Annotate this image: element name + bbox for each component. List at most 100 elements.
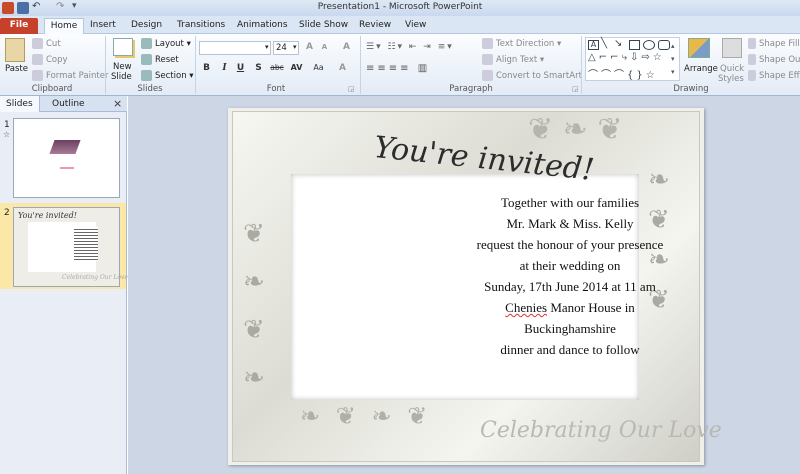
rounded-rectangle-shape-icon[interactable] — [658, 40, 670, 50]
reset-button[interactable]: Reset — [141, 54, 179, 65]
textbox-shape-icon[interactable]: A — [588, 40, 599, 50]
shadow-button[interactable]: S — [252, 63, 265, 75]
quick-styles-label2[interactable]: Styles — [718, 74, 744, 84]
italic-button[interactable]: I — [218, 63, 231, 75]
alignment-buttons[interactable]: ≡≡≡≡ ▥ — [366, 63, 430, 74]
copy-button[interactable]: Copy — [32, 54, 68, 65]
new-slide-button-label2[interactable]: Slide — [111, 72, 132, 82]
bold-button[interactable]: B — [200, 63, 213, 75]
shape-fill-label: Shape Fill — [759, 39, 800, 49]
paste-button[interactable]: Paste — [5, 64, 28, 74]
body-line-4: at their wedding on — [519, 258, 621, 273]
shape-fill-button[interactable]: Shape Fill — [748, 38, 800, 49]
shapes-gallery[interactable]: A ╲ ↘ △⌐⌐⤷⇩⇨☆ ⌒⌒⌒{}☆ ▴ ▾ ▾ — [585, 37, 680, 81]
shapes-row-2-icons[interactable]: △⌐⌐⤷⇩⇨☆ — [588, 52, 665, 63]
misspelled-word: Chenies — [505, 300, 548, 315]
underline-button[interactable]: U — [234, 63, 247, 75]
slide-thumbnail-2[interactable]: You're invited! Celebrating Our Love — [13, 207, 128, 287]
list-buttons[interactable]: ☰▾ ☷▾ ⇤ ⇥ ≡▾ — [366, 42, 454, 52]
arrow-shape-icon[interactable]: ↘ — [614, 38, 622, 49]
convert-smartart-label: Convert to SmartArt — [496, 71, 582, 81]
slide-footer-text[interactable]: Celebrating Our Love — [480, 418, 722, 443]
change-case-button[interactable]: Aa — [312, 63, 325, 75]
gallery-scroll-icon[interactable]: ▴ ▾ ▾ — [671, 40, 675, 79]
body-line-3: request the honour of your presence — [476, 237, 664, 252]
slides-group-label: Slides — [137, 84, 163, 94]
scroll-ornament-bottom: ❧ ❦ ❧ ❦ — [300, 402, 432, 430]
slide-thumbnail-1[interactable] — [13, 118, 120, 198]
thumbnail-footer: Celebrating Our Love — [62, 274, 128, 281]
tab-slides[interactable]: Slides — [0, 96, 40, 112]
cut-button[interactable]: Cut — [32, 38, 61, 49]
thumbnail-text-line — [60, 167, 74, 169]
tab-view[interactable]: View — [401, 18, 430, 34]
rectangle-shape-icon[interactable] — [629, 40, 640, 50]
tab-review[interactable]: Review — [355, 18, 395, 34]
tab-transitions[interactable]: Transitions — [173, 18, 229, 34]
tab-animations[interactable]: Animations — [233, 18, 292, 34]
shapes-row-3-icons[interactable]: ⌒⌒⌒{}☆ — [588, 66, 658, 81]
slides-pane-tabs: Slides Outline × — [0, 96, 127, 112]
slide-body-text[interactable]: Together with our families Mr. Mark & Mi… — [420, 192, 720, 360]
font-name-chevron-down-icon[interactable]: ▾ — [265, 43, 269, 51]
tab-design[interactable]: Design — [127, 18, 166, 34]
body-line-5: Sunday, 17th June 2014 at 11 am — [484, 279, 656, 294]
paragraph-dialog-launcher-icon[interactable]: ◲ — [572, 85, 579, 93]
copy-label: Copy — [46, 55, 68, 65]
body-line-8: dinner and dance to follow — [500, 342, 640, 357]
shape-outline-label: Shape Out — [759, 55, 800, 65]
align-text-button[interactable]: Align Text ▾ — [482, 54, 544, 65]
body-line-6: Chenies Manor House in — [420, 297, 720, 318]
new-slide-icon — [113, 38, 133, 56]
tab-file[interactable]: File — [0, 18, 38, 34]
title-bar: ↶ ↷ ▾ Presentation1 - Microsoft PowerPoi… — [0, 0, 800, 16]
clear-formatting-button[interactable]: A — [340, 42, 353, 54]
grow-font-button[interactable]: A — [303, 42, 316, 54]
text-direction-icon — [482, 38, 493, 49]
close-pane-icon[interactable]: × — [113, 97, 122, 110]
font-size-value: 24 — [276, 43, 287, 53]
line-shape-icon[interactable]: ╲ — [601, 38, 607, 49]
window-title: Presentation1 - Microsoft PowerPoint — [317, 2, 483, 12]
format-painter-button[interactable]: Format Painter — [32, 70, 108, 81]
shrink-font-button[interactable]: A — [318, 43, 331, 55]
tab-home[interactable]: Home — [44, 18, 84, 34]
scissors-icon — [32, 38, 43, 49]
tab-slide-show[interactable]: Slide Show — [295, 18, 352, 34]
align-text-label: Align Text — [496, 55, 538, 65]
reset-icon — [141, 54, 152, 65]
shape-effects-button[interactable]: Shape Effe — [748, 70, 800, 81]
layout-button[interactable]: Layout ▾ — [141, 38, 191, 49]
tab-insert[interactable]: Insert — [86, 18, 120, 34]
strikethrough-button[interactable]: abc — [268, 63, 286, 75]
paragraph-group-label: Paragraph — [449, 84, 493, 94]
thumbnail-heading: You're invited! — [18, 211, 77, 220]
section-icon — [141, 70, 152, 81]
section-button[interactable]: Section ▾ — [141, 70, 194, 81]
text-direction-label: Text Direction — [496, 39, 555, 49]
body-line-6-rest: Manor House in — [547, 300, 635, 315]
font-size-chevron-down-icon[interactable]: ▾ — [293, 43, 297, 51]
paste-icon — [5, 38, 25, 62]
font-color-button[interactable]: A — [336, 63, 349, 75]
font-name-dropdown[interactable] — [199, 41, 271, 55]
shape-outline-button[interactable]: Shape Out — [748, 54, 800, 65]
align-text-icon — [482, 54, 493, 65]
font-group-label: Font — [266, 84, 286, 94]
effects-icon — [748, 70, 756, 81]
thumbnail-shape — [49, 140, 81, 154]
tab-outline[interactable]: Outline — [46, 96, 91, 112]
format-painter-label: Format Painter — [46, 71, 109, 81]
oval-shape-icon[interactable] — [643, 40, 655, 50]
text-direction-button[interactable]: Text Direction ▾ — [482, 38, 561, 49]
font-dialog-launcher-icon[interactable]: ◲ — [348, 85, 355, 93]
convert-smartart-button[interactable]: Convert to SmartArt ▾ — [482, 70, 589, 81]
ribbon: Paste Cut Copy Format Painter Clipboard … — [0, 34, 800, 96]
character-spacing-button[interactable]: AV — [290, 63, 303, 75]
ribbon-tabs: File Home Insert Design Transitions Anim… — [0, 16, 800, 34]
shape-effects-label: Shape Effe — [759, 71, 800, 81]
quick-styles-button[interactable]: Quick — [720, 64, 744, 74]
arrange-button[interactable]: Arrange — [684, 64, 718, 74]
new-slide-button[interactable]: New — [113, 62, 132, 72]
separator — [360, 36, 361, 94]
